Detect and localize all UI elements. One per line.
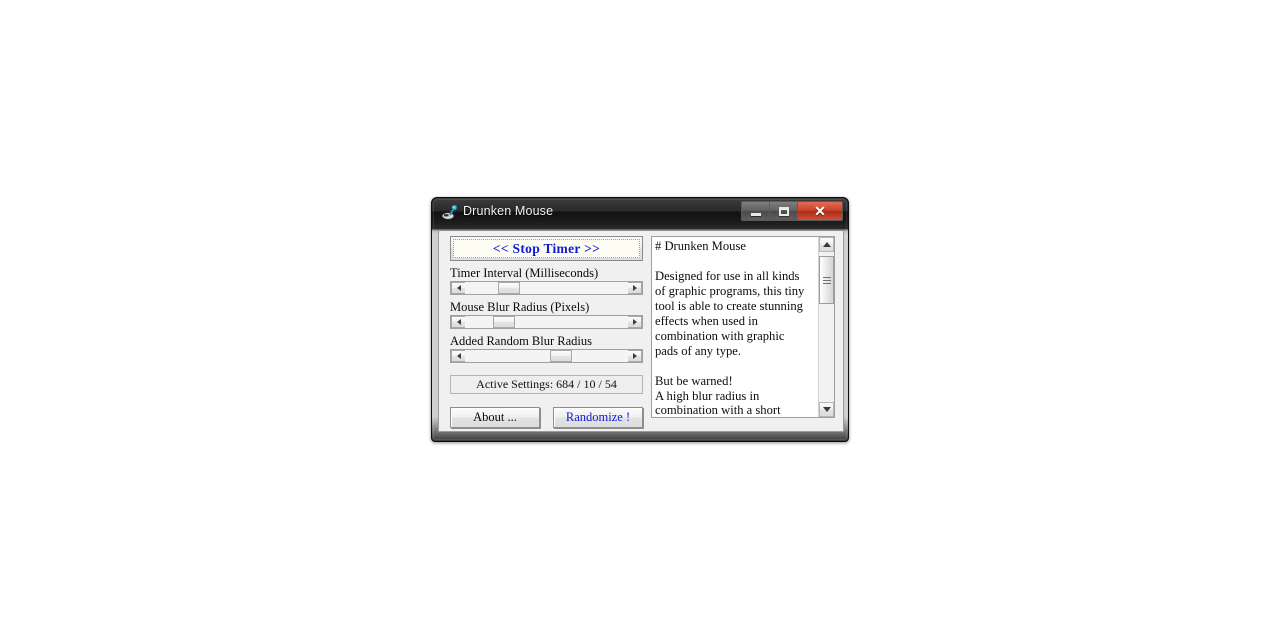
stop-timer-label: << Stop Timer >> bbox=[492, 240, 601, 256]
slider-track[interactable] bbox=[465, 350, 628, 362]
active-settings-text: Active Settings: 684 / 10 / 54 bbox=[476, 377, 617, 391]
active-settings-readout: Active Settings: 684 / 10 / 54 bbox=[450, 375, 643, 394]
info-text-panel[interactable]: # Drunken Mouse Designed for use in all … bbox=[651, 236, 835, 418]
application-window: Drunken Mouse ✕ << Stop Timer >> Timer I… bbox=[431, 197, 849, 442]
slider-track[interactable] bbox=[465, 282, 628, 294]
about-button[interactable]: About ... bbox=[450, 407, 540, 428]
slider-left-arrow-button[interactable] bbox=[451, 350, 465, 362]
added-random-blur-radius-slider[interactable] bbox=[450, 349, 643, 363]
action-button-row: About ... Randomize ! bbox=[450, 407, 643, 428]
client-area: << Stop Timer >> Timer Interval (Millise… bbox=[438, 230, 844, 432]
minimize-button[interactable] bbox=[742, 202, 770, 220]
maximize-button[interactable] bbox=[770, 202, 798, 220]
close-icon: ✕ bbox=[814, 203, 826, 219]
slider-group-timer-interval: Timer Interval (Milliseconds) bbox=[450, 266, 643, 295]
screen-background: Drunken Mouse ✕ << Stop Timer >> Timer I… bbox=[0, 0, 1280, 640]
mouse-blur-radius-slider[interactable] bbox=[450, 315, 643, 329]
slider-right-arrow-button[interactable] bbox=[628, 316, 642, 328]
slider-thumb[interactable] bbox=[492, 316, 515, 328]
window-controls: ✕ bbox=[741, 201, 843, 221]
title-bar[interactable]: Drunken Mouse ✕ bbox=[432, 198, 848, 229]
slider-right-arrow-button[interactable] bbox=[628, 350, 642, 362]
close-button[interactable]: ✕ bbox=[798, 202, 842, 220]
slider-left-arrow-button[interactable] bbox=[451, 282, 465, 294]
mouse-device-icon bbox=[441, 205, 458, 220]
slider-group-added-random-blur-radius: Added Random Blur Radius bbox=[450, 334, 643, 363]
window-title: Drunken Mouse bbox=[463, 204, 554, 218]
mouse-blur-radius-label: Mouse Blur Radius (Pixels) bbox=[450, 300, 590, 314]
slider-group-mouse-blur-radius: Mouse Blur Radius (Pixels) bbox=[450, 300, 643, 329]
scroll-up-button[interactable] bbox=[819, 237, 834, 252]
triangle-left-icon bbox=[456, 353, 461, 359]
triangle-right-icon bbox=[632, 285, 637, 291]
slider-left-arrow-button[interactable] bbox=[451, 316, 465, 328]
slider-right-arrow-button[interactable] bbox=[628, 282, 642, 294]
info-panel-scrollbar[interactable] bbox=[818, 237, 834, 417]
added-random-blur-radius-label: Added Random Blur Radius bbox=[450, 334, 593, 348]
triangle-up-icon bbox=[822, 242, 831, 247]
stop-timer-button[interactable]: << Stop Timer >> bbox=[450, 236, 643, 261]
randomize-button[interactable]: Randomize ! bbox=[553, 407, 643, 428]
triangle-left-icon bbox=[456, 285, 461, 291]
triangle-right-icon bbox=[632, 353, 637, 359]
grip-lines-icon bbox=[822, 276, 831, 284]
slider-thumb[interactable] bbox=[549, 350, 572, 362]
scrollbar-thumb[interactable] bbox=[819, 256, 834, 304]
info-text-content: # Drunken Mouse Designed for use in all … bbox=[655, 239, 805, 418]
triangle-down-icon bbox=[822, 407, 831, 412]
scroll-down-button[interactable] bbox=[819, 402, 834, 417]
minimize-icon bbox=[750, 212, 761, 216]
timer-interval-label: Timer Interval (Milliseconds) bbox=[450, 266, 599, 280]
triangle-right-icon bbox=[632, 319, 637, 325]
controls-column: << Stop Timer >> Timer Interval (Millise… bbox=[450, 236, 643, 428]
about-button-label: About ... bbox=[473, 410, 517, 424]
triangle-left-icon bbox=[456, 319, 461, 325]
randomize-button-label: Randomize ! bbox=[565, 410, 631, 424]
slider-track[interactable] bbox=[465, 316, 628, 328]
timer-interval-slider[interactable] bbox=[450, 281, 643, 295]
maximize-icon bbox=[778, 206, 789, 216]
stop-timer-focus-ring: << Stop Timer >> bbox=[453, 239, 640, 258]
slider-thumb[interactable] bbox=[497, 282, 520, 294]
